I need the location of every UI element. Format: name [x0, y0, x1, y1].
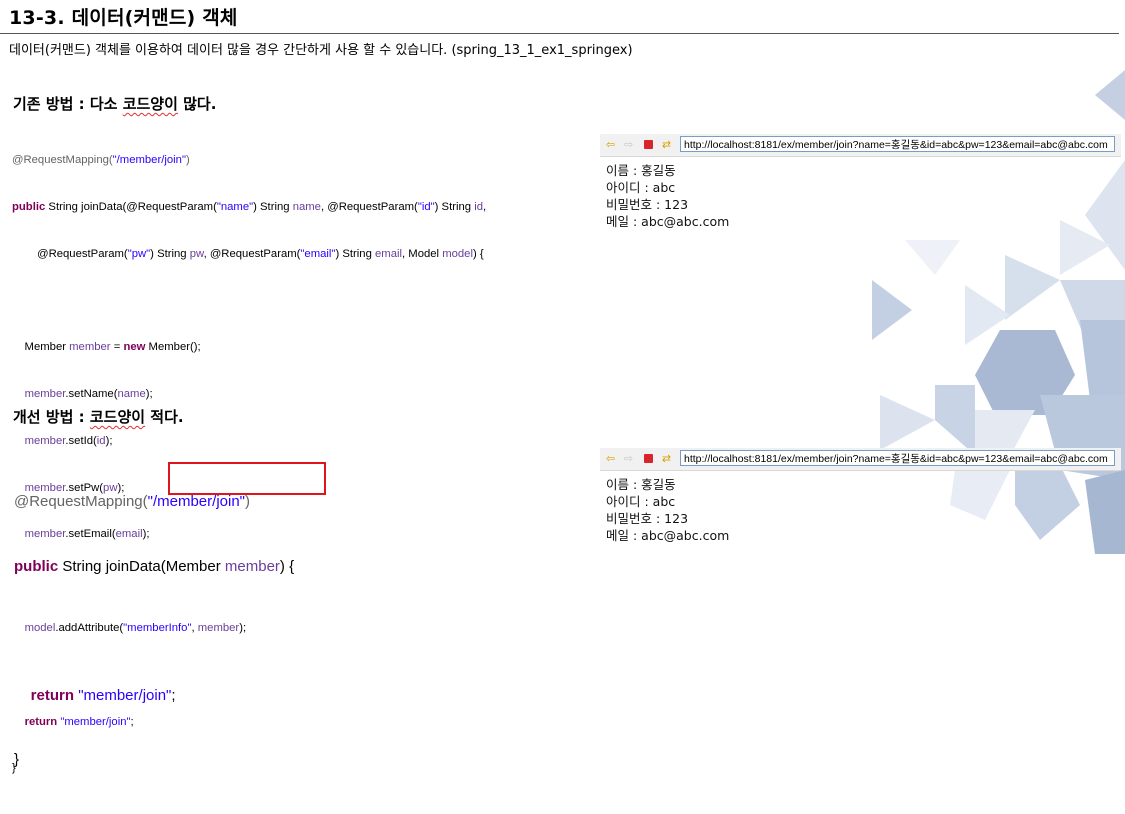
document-page: 13-3. 데이터(커맨드) 객체 데이터(커맨드) 객체를 이용하여 데이터 …: [0, 0, 1125, 774]
browser2-toolbar: ⇦ ⇨ ⇄ http://localhost:8181/ex/member/jo…: [600, 448, 1121, 471]
code2-line-2: public String joinData(Member member) {: [14, 557, 295, 575]
section2-code-block: @RequestMapping("/member/join") public S…: [14, 448, 294, 814]
refresh-icon[interactable]: ⇄: [660, 138, 673, 151]
result-pw: 비밀번호 : 123: [606, 197, 689, 212]
section1-heading: 기존 방법 : 다소 코드양이 많다.: [13, 93, 216, 114]
browser1-content: 이름 : 홍길동 아이디 : abc 비밀번호 : 123 메일 : abc@a…: [600, 157, 1121, 230]
browser1-url-input[interactable]: http://localhost:8181/ex/member/join?nam…: [680, 136, 1115, 152]
result-name: 이름 : 홍길동: [606, 477, 676, 492]
forward-arrow-icon[interactable]: ⇨: [622, 138, 635, 151]
section2-heading-prefix: 개선 방법 :: [13, 408, 90, 426]
browser1-toolbar: ⇦ ⇨ ⇄ http://localhost:8181/ex/member/jo…: [600, 134, 1121, 157]
code1-line-1: @RequestMapping("/member/join"): [12, 154, 190, 167]
result-id: 아이디 : abc: [606, 494, 676, 509]
result-id: 아이디 : abc: [606, 180, 676, 195]
code2-line-4: return "member/join";: [30, 686, 176, 704]
title-divider: [0, 33, 1119, 34]
refresh-icon[interactable]: ⇄: [660, 452, 673, 465]
back-arrow-icon[interactable]: ⇦: [604, 452, 617, 465]
stop-icon[interactable]: [642, 452, 655, 465]
code1-line-blank: [12, 294, 486, 310]
browser2-content: 이름 : 홍길동 아이디 : abc 비밀번호 : 123 메일 : abc@a…: [600, 471, 1121, 544]
section1-heading-prefix: 기존 방법 : 다소: [13, 95, 123, 113]
browser-window-1: ⇦ ⇨ ⇄ http://localhost:8181/ex/member/jo…: [600, 134, 1121, 230]
result-email: 메일 : abc@abc.com: [606, 214, 730, 229]
page-subtitle: 데이터(커맨드) 객체를 이용하여 데이터 많을 경우 간단하게 사용 할 수 …: [9, 43, 633, 58]
stop-icon[interactable]: [642, 138, 655, 151]
result-pw: 비밀번호 : 123: [606, 511, 689, 526]
code1-line-2: public String joinData(@RequestParam("na…: [12, 200, 487, 213]
page-title: 13-3. 데이터(커맨드) 객체: [9, 7, 238, 29]
code2-line-5: }: [14, 751, 20, 768]
back-arrow-icon[interactable]: ⇦: [604, 138, 617, 151]
highlight-box: [168, 462, 326, 495]
forward-arrow-icon[interactable]: ⇨: [622, 452, 635, 465]
result-email: 메일 : abc@abc.com: [606, 528, 730, 543]
section2-heading-suffix: 적다.: [145, 408, 184, 426]
code1-line-3: @RequestParam("pw") String pw, @RequestP…: [12, 247, 484, 260]
browser-window-2: ⇦ ⇨ ⇄ http://localhost:8181/ex/member/jo…: [600, 448, 1121, 544]
section2-heading-marked: 코드양이: [89, 408, 146, 426]
section2-heading: 개선 방법 : 코드양이 적다.: [13, 406, 184, 427]
browser2-url-input[interactable]: http://localhost:8181/ex/member/join?nam…: [680, 450, 1115, 466]
code2-line-blank: [14, 620, 294, 642]
section1-heading-suffix: 많다.: [177, 95, 217, 113]
section1-heading-marked: 코드양이: [122, 95, 178, 113]
result-name: 이름 : 홍길동: [606, 163, 676, 178]
code1-line-5: Member member = new Member();: [12, 341, 201, 354]
code1-line-6: member.setName(name);: [24, 388, 153, 401]
